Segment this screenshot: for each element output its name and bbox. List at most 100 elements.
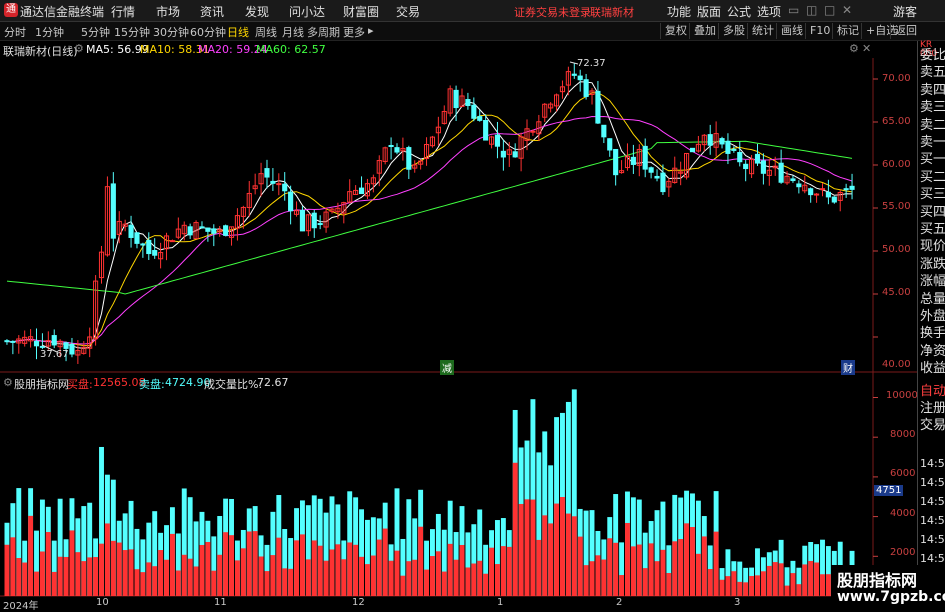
- candle-body: [406, 147, 412, 170]
- volume-buy-bar: [152, 566, 158, 596]
- candle-body: [790, 178, 796, 182]
- ma60-line: [6, 140, 853, 295]
- quote-field-label: 买四: [920, 204, 945, 220]
- volume-buy-bar: [187, 558, 193, 596]
- quote-field-label: 总量: [920, 291, 945, 307]
- kline-chart[interactable]: [0, 0, 945, 609]
- candle-body: [743, 163, 749, 170]
- candle-body: [146, 239, 152, 255]
- volume-buy-bar: [45, 532, 51, 596]
- event-marker-jian[interactable]: 减: [440, 360, 454, 375]
- volume-buy-bar: [335, 544, 341, 596]
- quote-field-label[interactable]: 交易: [920, 417, 945, 434]
- candle-body: [299, 209, 306, 232]
- volume-buy-bar: [571, 516, 577, 596]
- quote-field-label: 买五: [920, 222, 945, 237]
- volume-buy-bar: [199, 544, 205, 596]
- watermark: 股朋指标网 www.7gpzb.com: [831, 565, 945, 609]
- ma10-line: [6, 92, 853, 347]
- candle-body: [33, 340, 40, 347]
- candle-body: [613, 148, 619, 176]
- volume-buy-bar: [678, 539, 684, 596]
- volume-buy-bar: [294, 540, 299, 596]
- volume-buy-bar: [589, 561, 595, 596]
- candle-body: [719, 138, 725, 145]
- candle-body: [754, 153, 761, 164]
- volume-buy-bar: [766, 565, 772, 596]
- volume-buy-bar: [690, 527, 695, 596]
- volume-buy-bar: [672, 541, 678, 596]
- candle-body: [731, 148, 737, 151]
- candle-body: [69, 343, 75, 355]
- candle-body: [465, 99, 471, 107]
- quote-field-label: 涨跌: [920, 256, 945, 272]
- volume-buy-bar: [489, 547, 495, 596]
- candle-body: [205, 227, 211, 232]
- volume-buy-bar: [246, 531, 252, 596]
- candle-body: [825, 191, 831, 198]
- volume-buy-bar: [63, 556, 69, 596]
- quote-field-label: 卖一: [920, 135, 945, 150]
- volume-buy-bar: [311, 540, 317, 596]
- volume-buy-bar: [69, 530, 75, 596]
- candle-body: [737, 152, 743, 163]
- candle-body: [394, 147, 400, 153]
- candle-body: [849, 185, 855, 190]
- volume-buy-bar: [51, 571, 57, 596]
- volume-buy-bar: [565, 513, 571, 596]
- volume-buy-bar: [140, 572, 146, 596]
- ma5-line: [6, 81, 853, 349]
- candle-body: [660, 172, 666, 193]
- candle-body: [760, 160, 766, 174]
- volume-buy-bar: [252, 531, 258, 596]
- volume-buy-bar: [784, 585, 790, 596]
- candle-body: [51, 335, 57, 346]
- volume-buy-bar: [607, 538, 613, 596]
- volume-buy-bar: [240, 548, 246, 596]
- quote-field-label: 卖五: [920, 65, 945, 81]
- volume-buy-bar: [707, 569, 713, 596]
- quote-field-label[interactable]: 自动: [920, 383, 945, 400]
- volume-buy-bar: [205, 541, 211, 596]
- candle-body: [4, 340, 10, 343]
- quote-field-label[interactable]: 注册: [920, 400, 945, 417]
- volume-buy-bar: [234, 560, 240, 596]
- high-price-label: 72.37: [577, 58, 606, 69]
- volume-buy-bar: [317, 545, 323, 596]
- volume-buy-bar: [435, 551, 441, 596]
- right-quote-panel: KR 000 委比 卖五 卖四 卖三 卖二 卖一 买一 买二 买三 买四 买五 现价 涨跌 涨幅 总量 外盘 换手…: [917, 41, 945, 609]
- candle-body: [601, 124, 607, 138]
- volume-buy-bar: [270, 555, 276, 596]
- volume-buy-bar: [57, 556, 63, 596]
- volume-buy-bar: [548, 523, 554, 596]
- quote-field-label: 换手: [920, 326, 945, 342]
- candle-body: [648, 167, 654, 173]
- event-marker-cai[interactable]: 财: [841, 360, 855, 375]
- candle-body: [583, 79, 589, 97]
- candle-body: [169, 240, 175, 243]
- candle-body: [288, 191, 294, 212]
- volume-buy-bar: [737, 581, 743, 596]
- volume-buy-bar: [364, 564, 370, 596]
- volume-buy-bar: [34, 571, 39, 596]
- tick-time: 14:56: [920, 514, 945, 527]
- volume-buy-bar: [666, 572, 672, 596]
- candle-body: [530, 130, 536, 133]
- volume-buy-bar: [802, 564, 808, 596]
- tick-time: 14:56: [920, 495, 945, 508]
- volume-buy-bar: [370, 555, 376, 596]
- volume-buy-bar: [483, 573, 489, 596]
- volume-buy-bar: [264, 571, 270, 596]
- volume-buy-bar: [613, 542, 619, 596]
- volume-buy-bar: [122, 550, 128, 596]
- candle-body: [814, 193, 820, 196]
- volume-buy-bar: [169, 533, 175, 596]
- volume-buy-bar: [684, 523, 690, 596]
- volume-buy-bar: [796, 584, 802, 596]
- volume-buy-bar: [329, 549, 335, 596]
- volume-buy-bar: [619, 575, 625, 596]
- volume-buy-bar: [701, 536, 707, 596]
- volume-buy-bar: [630, 546, 636, 596]
- candle-body: [110, 183, 116, 239]
- candle-body: [796, 183, 802, 188]
